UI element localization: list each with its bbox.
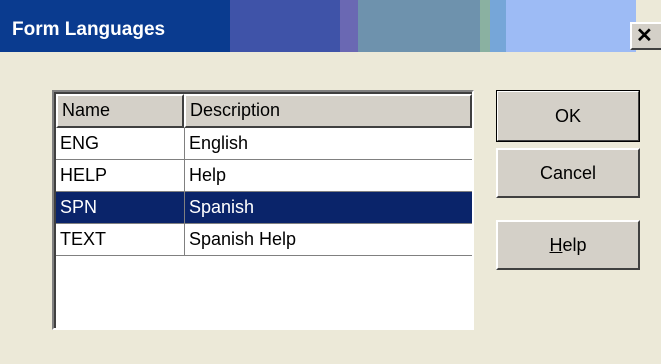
column-header-name[interactable]: Name (56, 94, 184, 128)
help-button-label: elp (562, 235, 587, 255)
column-header-description[interactable]: Description (184, 94, 472, 128)
list-frame: Name Description ENG English HELP Help S… (54, 92, 472, 328)
dialog-title: Form Languages (12, 19, 166, 40)
cell-name: TEXT (60, 229, 107, 249)
title-bar-band (490, 0, 506, 52)
title-bar-band (358, 0, 480, 52)
cell-name: HELP (60, 165, 108, 185)
languages-list[interactable]: Name Description ENG English HELP Help S… (52, 90, 474, 330)
cell-name: SPN (60, 197, 98, 217)
list-item[interactable]: HELP Help (56, 160, 472, 192)
cell-description: English (189, 133, 249, 153)
title-bar-band (480, 0, 490, 52)
help-button[interactable]: Help (496, 220, 640, 270)
close-icon: ✕ (636, 25, 653, 47)
cancel-button-label: Cancel (539, 163, 597, 183)
ok-button-label: OK (554, 106, 581, 126)
title-bar-band (230, 0, 340, 52)
cell-name: ENG (60, 133, 100, 153)
list-header: Name Description (56, 94, 472, 128)
cancel-button[interactable]: Cancel (496, 148, 640, 198)
title-bar-band (506, 0, 636, 52)
title-bar[interactable]: Form Languages ✕ (0, 0, 661, 52)
close-button[interactable]: ✕ (630, 22, 661, 50)
list-item[interactable]: TEXT Spanish Help (56, 224, 472, 256)
list-item-selected[interactable]: SPN Spanish (56, 192, 472, 224)
ok-button[interactable]: OK (496, 90, 640, 142)
cell-description: Spanish (189, 197, 255, 217)
list-item[interactable]: ENG English (56, 128, 472, 160)
cell-description: Help (189, 165, 227, 185)
form-languages-dialog: Form Languages ✕ Name Description ENG En… (0, 0, 661, 364)
help-button-mnemonic: H (549, 235, 563, 255)
cell-description: Spanish Help (189, 229, 297, 249)
title-bar-band (340, 0, 358, 52)
